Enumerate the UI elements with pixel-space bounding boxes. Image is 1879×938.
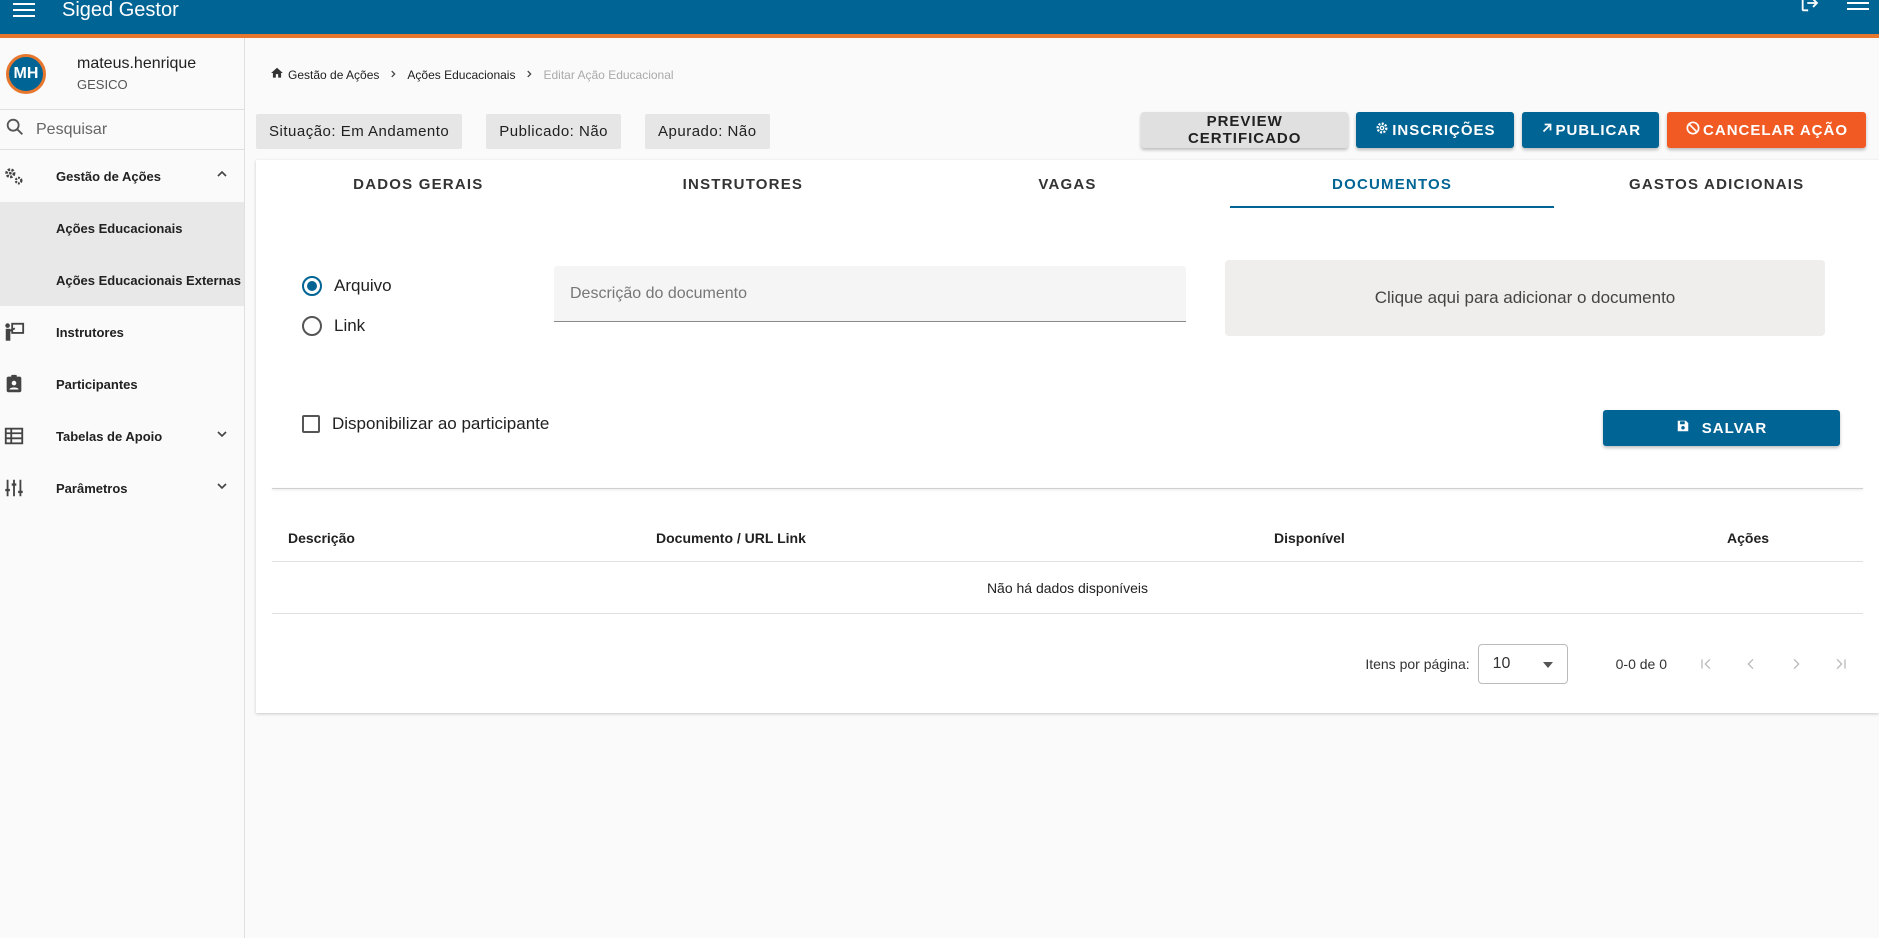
disponibilizar-checkbox[interactable]: Disponibilizar ao participante: [302, 414, 549, 434]
user-panel: MH mateus.henrique GESICO: [0, 38, 244, 110]
paginator: Itens por página: 10 0-0 de 0: [1365, 644, 1863, 684]
items-per-page-label: Itens por página:: [1365, 656, 1470, 672]
document-type-radio-group: Arquivo Link: [302, 266, 392, 346]
chevron-up-icon: [214, 166, 230, 185]
breadcrumb-home[interactable]: Gestão de Ações: [288, 68, 379, 82]
document-description-input[interactable]: [570, 284, 1170, 303]
sliders-icon: [2, 476, 26, 500]
tab-documentos[interactable]: DOCUMENTOS: [1229, 160, 1555, 208]
search-icon: [4, 116, 26, 143]
next-page-icon[interactable]: [1773, 644, 1818, 684]
radio-label: Link: [334, 316, 366, 335]
radio-arquivo[interactable]: Arquivo: [302, 266, 392, 306]
breadcrumb-section[interactable]: Ações Educacionais: [407, 68, 515, 82]
chevron-right-icon: [388, 68, 398, 82]
page-size-value: 10: [1492, 655, 1511, 672]
column-header-documento[interactable]: Documento / URL Link: [656, 530, 806, 546]
chevron-down-icon: [214, 426, 230, 445]
document-upload-dropzone[interactable]: Clique aqui para adicionar o documento: [1225, 260, 1825, 336]
page-range-label: 0-0 de 0: [1615, 656, 1667, 672]
column-header-acoes: Ações: [1727, 529, 1770, 546]
arrow-up-right-icon: [1540, 121, 1554, 139]
table-header: Descrição Documento / URL Link Disponíve…: [272, 514, 1863, 562]
sidebar-item-acoes-educacionais-externas[interactable]: Ações Educacionais Externas: [0, 254, 244, 306]
sidebar-item-parametros[interactable]: Parâmetros: [0, 462, 244, 514]
settings-icon: [1374, 120, 1390, 140]
button-label: CANCELAR AÇÃO: [1703, 121, 1848, 139]
search-input[interactable]: [36, 120, 236, 139]
previous-page-icon[interactable]: [1728, 644, 1773, 684]
tab-bar: DADOS GERAIS INSTRUTORES VAGAS DOCUMENTO…: [256, 160, 1879, 208]
avatar[interactable]: MH: [6, 53, 46, 94]
checkbox-unchecked-icon: [302, 415, 320, 433]
user-org: GESICO: [77, 77, 128, 92]
section-divider: [272, 488, 1863, 489]
radio-unchecked-icon: [302, 316, 322, 336]
preview-certificado-button[interactable]: PREVIEW CERTIFICADO: [1141, 112, 1349, 148]
instructor-icon: [2, 320, 26, 344]
radio-label: Arquivo: [334, 276, 392, 295]
button-label: PUBLICAR: [1555, 121, 1642, 139]
save-icon: [1676, 419, 1690, 437]
radio-checked-icon: [302, 276, 322, 296]
button-label: PREVIEW CERTIFICADO: [1187, 113, 1302, 147]
home-icon[interactable]: [270, 66, 284, 83]
user-info: mateus.henrique GESICO: [77, 55, 196, 92]
status-apurado-badge: Apurado: Não: [645, 114, 770, 149]
sidebar-item-gestao-de-acoes[interactable]: Gestão de Ações: [0, 150, 244, 202]
header-actions: [1799, 0, 1869, 24]
sidebar: MH mateus.henrique GESICO Gestão de Açõe…: [0, 38, 245, 938]
checkbox-label: Disponibilizar ao participante: [332, 414, 550, 433]
button-label: INSCRIÇÕES: [1392, 121, 1496, 139]
dropdown-arrow-icon: [1542, 655, 1553, 673]
logout-icon[interactable]: [1799, 0, 1821, 19]
menu-icon[interactable]: [6, 0, 42, 22]
column-header-descricao[interactable]: Descrição: [288, 530, 355, 546]
page-size-select[interactable]: 10: [1477, 644, 1568, 684]
sidebar-item-label: Parâmetros: [56, 480, 128, 496]
status-publicado-badge: Publicado: Não: [486, 114, 622, 149]
tab-gastos-adicionais[interactable]: GASTOS ADICIONAIS: [1554, 160, 1879, 208]
document-description-field: [554, 266, 1186, 322]
status-chips: Situação: Em Andamento Publicado: Não Ap…: [256, 114, 770, 149]
publicar-button[interactable]: PUBLICAR: [1521, 112, 1660, 148]
inscricoes-button[interactable]: INSCRIÇÕES: [1356, 112, 1514, 148]
tab-dados-gerais[interactable]: DADOS GERAIS: [256, 160, 581, 208]
breadcrumb: Gestão de Ações Ações Educacionais Edita…: [270, 66, 674, 83]
search-bar: [0, 110, 244, 150]
sidebar-item-label: Instrutores: [56, 324, 124, 340]
table-icon: [2, 424, 26, 448]
first-page-icon[interactable]: [1683, 644, 1728, 684]
chevron-right-icon: [524, 68, 534, 82]
sidebar-item-label: Tabelas de Apoio: [56, 428, 163, 444]
sidebar-item-label: Gestão de Ações: [56, 168, 162, 184]
sidebar-item-tabelas-de-apoio[interactable]: Tabelas de Apoio: [0, 410, 244, 462]
status-situacao-badge: Situação: Em Andamento: [256, 114, 463, 149]
last-page-icon[interactable]: [1818, 644, 1863, 684]
sidebar-item-label: Participantes: [56, 376, 138, 392]
button-label: SALVAR: [1701, 419, 1768, 437]
tab-instrutores[interactable]: INSTRUTORES: [581, 160, 906, 208]
cancelar-acao-button[interactable]: CANCELAR AÇÃO: [1667, 112, 1866, 148]
more-menu-icon[interactable]: [1847, 0, 1869, 16]
top-app-bar: Siged Gestor: [0, 0, 1879, 38]
badge-icon: [2, 372, 26, 396]
sidebar-item-acoes-educacionais[interactable]: Ações Educacionais: [0, 202, 244, 254]
user-name: mateus.henrique: [77, 55, 197, 72]
action-buttons: PREVIEW CERTIFICADO INSCRIÇÕES PUBLICAR …: [1141, 112, 1866, 148]
tab-vagas[interactable]: VAGAS: [905, 160, 1230, 208]
sidebar-item-participantes[interactable]: Participantes: [0, 358, 244, 410]
column-header-disponivel[interactable]: Disponível: [1274, 530, 1345, 546]
radio-link[interactable]: Link: [302, 306, 392, 346]
empty-table-message: Não há dados disponíveis: [272, 562, 1863, 614]
save-button[interactable]: SALVAR: [1603, 410, 1840, 446]
chevron-down-icon: [214, 478, 230, 497]
block-icon: [1685, 120, 1701, 140]
sidebar-item-instrutores[interactable]: Instrutores: [0, 306, 244, 358]
app-title: Siged Gestor: [62, 0, 179, 21]
breadcrumb-current: Editar Ação Educacional: [543, 67, 674, 82]
gears-icon: [2, 164, 26, 188]
documents-table: Descrição Documento / URL Link Disponíve…: [272, 514, 1863, 614]
documents-card: DADOS GERAIS INSTRUTORES VAGAS DOCUMENTO…: [256, 160, 1879, 713]
